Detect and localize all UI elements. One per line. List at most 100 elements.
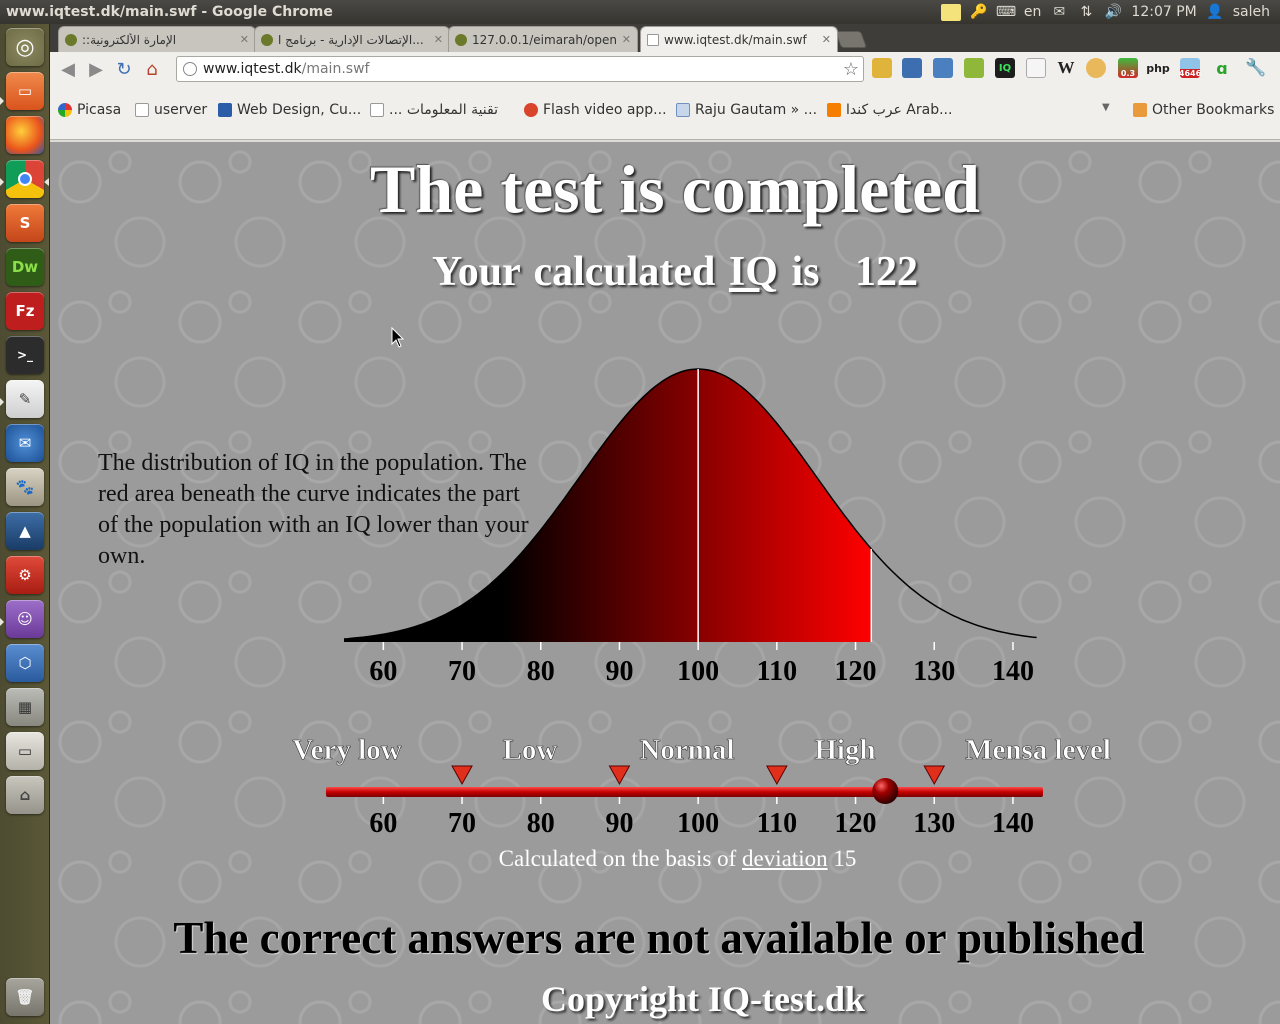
bookmark-web-design[interactable]: Web Design, Cu... — [218, 102, 361, 118]
ext-green-icon[interactable]: ɑ — [1212, 58, 1232, 78]
bluetooth-icon[interactable]: 🔑 — [970, 3, 988, 21]
scale-tick-label: 120 — [835, 808, 877, 839]
gimp-icon[interactable]: 🐾 — [6, 468, 44, 506]
page-icon — [647, 33, 659, 46]
filezilla-icon[interactable]: Fz — [6, 292, 44, 330]
usb-drive-icon[interactable]: ⌂ — [6, 776, 44, 814]
chrome-icon[interactable] — [6, 160, 44, 198]
user-name[interactable]: saleh — [1233, 4, 1270, 20]
dreamweaver-icon[interactable]: Dw — [6, 248, 44, 286]
reload-icon[interactable]: ↻ — [110, 56, 138, 82]
bookmark-it[interactable]: ... تقنية المعلومات — [370, 102, 498, 118]
firefox-icon[interactable] — [6, 116, 44, 154]
scale-tick-label: 60 — [369, 808, 397, 839]
ext-globe-icon[interactable] — [902, 58, 922, 78]
top-panel: www.iqtest.dk/main.swf - Google Chrome 🔑… — [0, 0, 1280, 24]
ext-box-icon[interactable] — [964, 58, 984, 78]
boundary-marker-icon — [923, 765, 946, 786]
ext-screenshot-icon[interactable] — [933, 58, 953, 78]
ext-php-icon[interactable]: php — [1146, 58, 1170, 78]
page-icon — [135, 103, 149, 117]
flash-content[interactable]: The test is completed Your calculated IQ… — [50, 142, 1280, 1024]
back-icon[interactable]: ◀ — [54, 56, 82, 82]
picasa-icon — [58, 103, 72, 117]
deviation-link[interactable]: deviation — [742, 846, 828, 871]
scale-tick-label: 130 — [913, 808, 955, 839]
bookmark-raju-gautam[interactable]: Raju Gautam » ... — [676, 102, 817, 118]
boundary-marker-icon — [608, 765, 631, 786]
close-icon[interactable]: ✕ — [240, 33, 249, 46]
x-tick-label: 130 — [913, 656, 955, 687]
close-icon[interactable]: ✕ — [434, 33, 443, 46]
trash-icon[interactable]: 🗑 — [6, 978, 44, 1016]
tab-1[interactable]: ::الإمارة الألكترونية ✕ — [58, 26, 256, 52]
terminal-icon[interactable]: >_ — [6, 336, 44, 374]
close-icon[interactable]: ✕ — [822, 33, 831, 46]
thunderbird-icon[interactable]: ✉ — [6, 424, 44, 462]
address-bar[interactable]: www.iqtest.dk/main.swf ☆ — [176, 56, 864, 82]
forward-icon[interactable]: ▶ — [82, 56, 110, 82]
toolbar: ◀ ▶ ↻ ⌂ www.iqtest.dk/main.swf ☆ IQ W 0.… — [50, 52, 1280, 86]
scale-tick-label: 140 — [992, 808, 1034, 839]
tab-2[interactable]: الإتصالات الإدارية - برنامج ا... ✕ — [254, 26, 450, 52]
user-icon[interactable]: 👤 — [1206, 3, 1224, 21]
network-icon[interactable]: ⇅ — [1077, 3, 1095, 21]
keyboard-layout[interactable]: en — [1024, 4, 1042, 20]
ext-badge-icon[interactable]: 4646 — [1179, 58, 1201, 78]
boundary-marker-icon — [766, 765, 788, 786]
browser-window: ::الإمارة الألكترونية ✕ الإتصالات الإدار… — [50, 24, 1280, 142]
ext-folder-icon[interactable] — [872, 58, 892, 78]
bookmark-picasa[interactable]: Picasa — [58, 102, 121, 118]
files-icon[interactable]: ▭ — [6, 72, 44, 110]
bookmark-flash-video[interactable]: Flash video app... — [524, 102, 667, 118]
eye-icon — [65, 33, 77, 46]
ext-page-icon[interactable] — [1026, 58, 1046, 78]
blogger-icon — [827, 103, 841, 117]
ext-cookie-icon[interactable] — [1086, 58, 1106, 78]
mail-icon[interactable]: ✉ — [1050, 3, 1068, 21]
settings-icon[interactable]: ⚙ — [6, 556, 44, 594]
dash-icon[interactable]: ◎ — [6, 28, 44, 66]
scale-category-label: High — [814, 734, 875, 766]
screen-icon[interactable]: ▭ — [6, 732, 44, 770]
star-icon[interactable]: ☆ — [843, 59, 859, 80]
ext-iq-icon[interactable]: IQ — [995, 58, 1015, 78]
bookmark-userver[interactable]: userver — [135, 102, 207, 118]
deviation-caption: Calculated on the basis of deviation 15 — [498, 846, 857, 871]
eye-icon — [455, 33, 467, 46]
bookmarks-overflow-icon[interactable]: ▼ — [1102, 102, 1110, 113]
wrench-icon[interactable]: 🔧 — [1245, 58, 1266, 78]
keyboard-icon[interactable]: ⌨ — [996, 3, 1016, 21]
calculator-icon[interactable]: ▦ — [6, 688, 44, 726]
boundary-marker-icon — [451, 765, 473, 786]
scale-tick-label: 80 — [527, 808, 555, 839]
ext-speed-icon[interactable]: 0.3 — [1118, 58, 1138, 78]
scale-category-label: Normal — [639, 734, 734, 766]
scale-tick-label: 110 — [757, 808, 797, 839]
clock[interactable]: 12:07 PM — [1131, 4, 1196, 20]
ext-w-icon[interactable]: W — [1056, 58, 1076, 78]
system-tray: 🔑 ⌨ en ✉ ⇅ 🔊 12:07 PM 👤 saleh — [940, 3, 1280, 21]
volume-icon[interactable]: 🔊 — [1104, 3, 1122, 21]
home-icon[interactable]: ⌂ — [138, 56, 166, 82]
sublime-icon[interactable]: S — [6, 204, 44, 242]
new-tab-button[interactable] — [834, 31, 868, 48]
bookmark-arab-canada[interactable]: عرب كندا Arab... — [827, 102, 952, 118]
tab-3[interactable]: 127.0.0.1/eimarah/open.p ✕ — [448, 26, 638, 52]
globe-icon — [183, 62, 197, 76]
close-icon[interactable]: ✕ — [622, 33, 631, 46]
inkscape-icon[interactable]: ▲ — [6, 512, 44, 550]
notes-icon[interactable] — [940, 3, 961, 21]
blog-icon — [676, 103, 690, 117]
pidgin-icon[interactable]: ☺ — [6, 600, 44, 638]
tab-strip: ::الإمارة الألكترونية ✕ الإتصالات الإدار… — [50, 24, 1280, 52]
disclaimer: The correct answers are not available or… — [173, 913, 1145, 963]
virtualbox-icon[interactable]: ⬡ — [6, 644, 44, 682]
scale-tick-label: 100 — [677, 808, 719, 839]
x-tick-label: 70 — [448, 656, 476, 687]
other-bookmarks[interactable]: Other Bookmarks — [1133, 102, 1274, 118]
scale-category-label: Mensa level — [965, 734, 1111, 766]
text-editor-icon[interactable]: ✎ — [6, 380, 44, 418]
window-title: www.iqtest.dk/main.swf - Google Chrome — [6, 4, 333, 20]
tab-4[interactable]: www.iqtest.dk/main.swf ✕ — [640, 26, 838, 52]
